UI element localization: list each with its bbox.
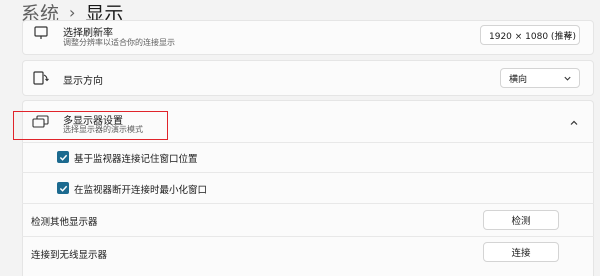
- refresh-rate-subtitle: 调整分辨率以适合你的连接显示: [63, 38, 175, 47]
- divider: [22, 203, 594, 204]
- chevron-up-icon[interactable]: [569, 118, 579, 128]
- orientation-value: 横向: [509, 74, 528, 85]
- divider: [22, 236, 594, 237]
- annotation-highlight-box: [13, 111, 168, 140]
- minimize-windows-label: 在监视器断开连接时最小化窗口: [74, 185, 208, 196]
- resolution-dropdown[interactable]: 1920 × 1080 (推荐): [480, 25, 580, 45]
- rotate-display-icon: [33, 71, 49, 85]
- wireless-display-label: 连接到无线显示器: [31, 250, 108, 261]
- orientation-dropdown[interactable]: 横向: [500, 68, 580, 88]
- resolution-card: 选择刷新率 调整分辨率以适合你的连接显示 1920 × 1080 (推荐): [22, 20, 594, 55]
- orientation-card: 显示方向 横向: [22, 60, 594, 96]
- divider: [22, 172, 594, 173]
- orientation-title: 显示方向: [63, 76, 103, 87]
- chevron-down-icon: [564, 33, 571, 38]
- checkmark-icon: [59, 185, 67, 192]
- minimize-windows-checkbox[interactable]: [57, 182, 69, 194]
- detect-displays-label: 检测其他显示器: [31, 217, 98, 228]
- remember-window-checkbox[interactable]: [57, 151, 69, 163]
- breadcrumb-separator: ›: [69, 2, 76, 22]
- checkmark-icon: [59, 154, 67, 161]
- chevron-down-icon: [564, 76, 571, 81]
- remember-window-label: 基于监视器连接记住窗口位置: [74, 154, 198, 165]
- detect-button[interactable]: 检测: [483, 210, 559, 230]
- divider: [22, 142, 594, 143]
- connect-button[interactable]: 连接: [483, 242, 559, 262]
- refresh-rate-icon: [34, 26, 48, 39]
